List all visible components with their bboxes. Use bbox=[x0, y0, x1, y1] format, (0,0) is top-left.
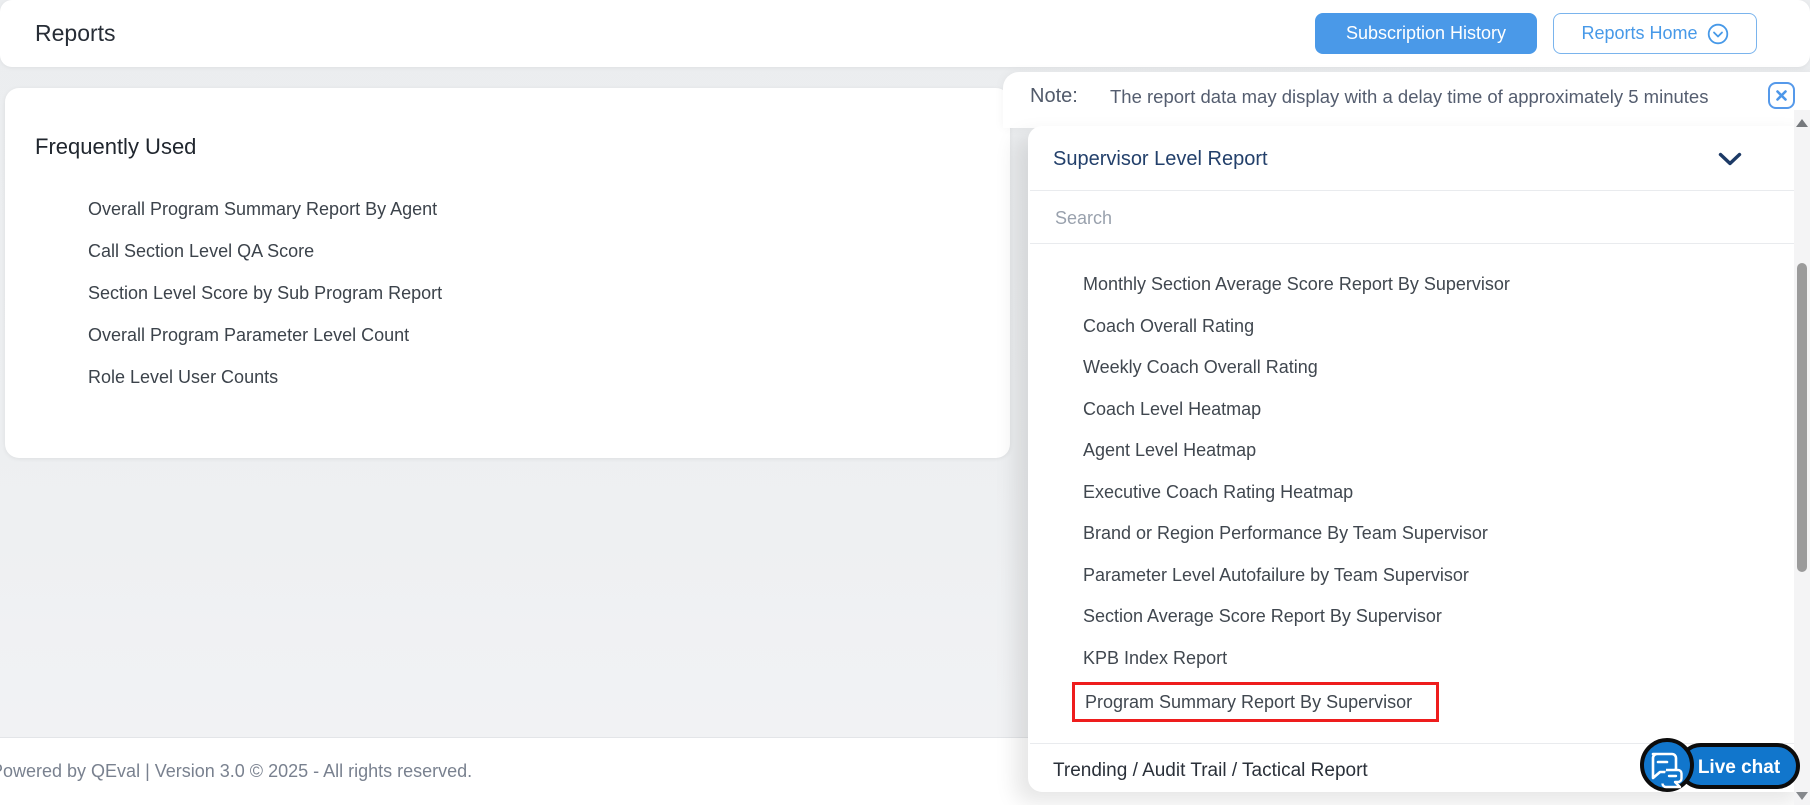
report-item[interactable]: Monthly Section Average Score Report By … bbox=[1083, 264, 1510, 306]
list-item[interactable]: Role Level User Counts bbox=[88, 356, 442, 398]
list-item[interactable]: Overall Program Summary Report By Agent bbox=[88, 188, 442, 230]
live-chat-label: Live chat bbox=[1698, 757, 1781, 778]
report-item[interactable]: Parameter Level Autofailure by Team Supe… bbox=[1083, 555, 1510, 597]
chevron-down-icon[interactable] bbox=[1718, 152, 1742, 167]
search-input[interactable] bbox=[1053, 202, 1693, 234]
report-list: Monthly Section Average Score Report By … bbox=[1083, 264, 1510, 679]
report-item-highlighted[interactable]: Program Summary Report By Supervisor bbox=[1072, 682, 1439, 722]
divider bbox=[1030, 190, 1794, 191]
copyright-text: Powered by QEval | Version 3.0 © 2025 - … bbox=[0, 761, 472, 782]
report-item[interactable]: Brand or Region Performance By Team Supe… bbox=[1083, 513, 1510, 555]
live-chat-button[interactable]: Live chat bbox=[1636, 734, 1806, 798]
list-item[interactable]: Overall Program Parameter Level Count bbox=[88, 314, 442, 356]
reports-home-button[interactable]: Reports Home bbox=[1553, 13, 1757, 54]
report-item[interactable]: Executive Coach Rating Heatmap bbox=[1083, 472, 1510, 514]
note-bar: Note: The report data may display with a… bbox=[1003, 72, 1810, 128]
reports-home-label: Reports Home bbox=[1581, 23, 1697, 44]
close-icon[interactable] bbox=[1768, 82, 1795, 109]
header-bar: Reports Subscription History Reports Hom… bbox=[0, 0, 1810, 67]
subscription-history-button[interactable]: Subscription History bbox=[1315, 13, 1537, 54]
chevron-down-circle-icon bbox=[1707, 23, 1729, 45]
note-message: The report data may display with a delay… bbox=[1110, 86, 1708, 108]
scrollbar[interactable] bbox=[1794, 110, 1810, 805]
frequently-used-list: Overall Program Summary Report By Agent … bbox=[88, 188, 442, 398]
list-item[interactable]: Section Level Score by Sub Program Repor… bbox=[88, 272, 442, 314]
list-item[interactable]: Call Section Level QA Score bbox=[88, 230, 442, 272]
page-title: Reports bbox=[35, 0, 116, 67]
scroll-up-arrow-icon[interactable] bbox=[1796, 119, 1808, 127]
note-label: Note: bbox=[1030, 85, 1078, 108]
divider bbox=[1030, 243, 1794, 244]
report-item[interactable]: Coach Overall Rating bbox=[1083, 306, 1510, 348]
report-item[interactable]: KPB Index Report bbox=[1083, 638, 1510, 680]
report-item[interactable]: Coach Level Heatmap bbox=[1083, 389, 1510, 431]
report-item[interactable]: Section Average Score Report By Supervis… bbox=[1083, 596, 1510, 638]
reports-page: Reports Subscription History Reports Hom… bbox=[0, 0, 1810, 805]
section-title-supervisor-level-report[interactable]: Supervisor Level Report bbox=[1053, 148, 1268, 171]
report-item[interactable]: Agent Level Heatmap bbox=[1083, 430, 1510, 472]
report-menu-panel: Supervisor Level Report Monthly Section … bbox=[1028, 126, 1810, 792]
scrollbar-thumb[interactable] bbox=[1797, 263, 1807, 572]
report-item[interactable]: Weekly Coach Overall Rating bbox=[1083, 347, 1510, 389]
frequently-used-card: Frequently Used Overall Program Summary … bbox=[5, 88, 1010, 458]
section-title-trending-audit-tactical[interactable]: Trending / Audit Trail / Tactical Report bbox=[1053, 760, 1368, 782]
frequently-used-title: Frequently Used bbox=[35, 134, 196, 160]
